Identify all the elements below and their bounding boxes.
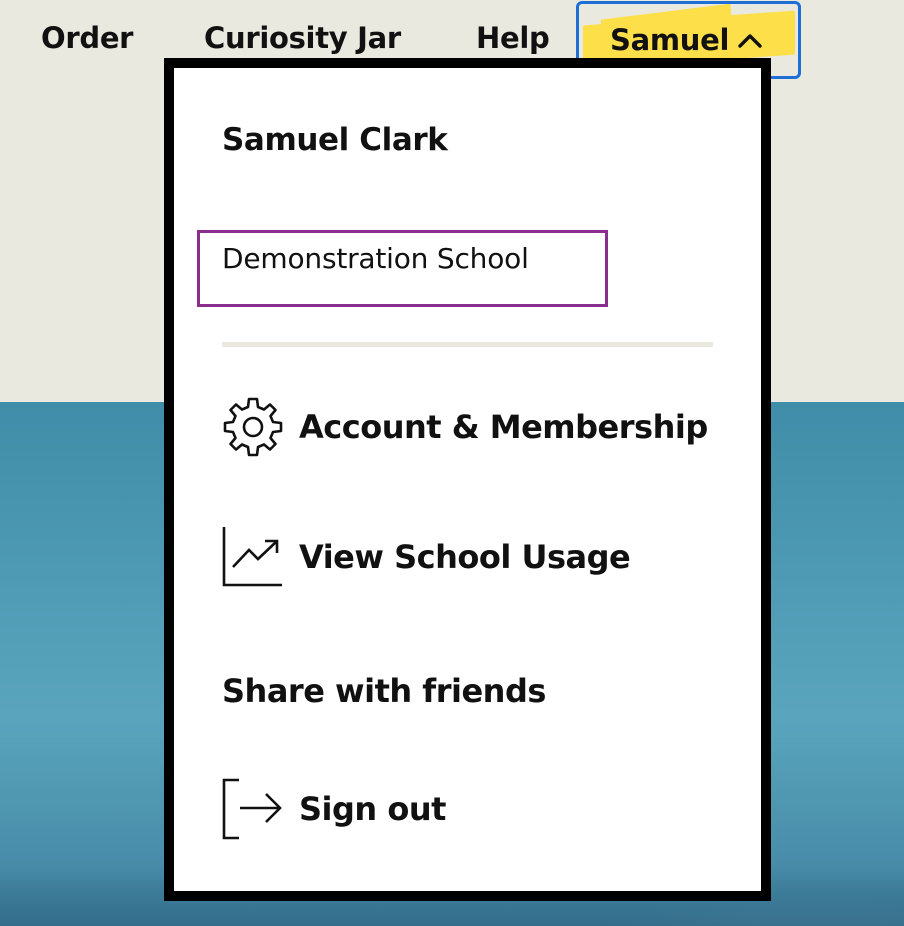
menu-item-view-school-usage[interactable]: View School Usage: [222, 526, 642, 588]
school-name[interactable]: Demonstration School: [222, 240, 529, 278]
menu-item-label: Share with friends: [222, 672, 546, 710]
menu-item-share-with-friends[interactable]: Share with friends: [222, 660, 562, 722]
menu-divider: [222, 342, 713, 347]
nav-order-link[interactable]: Order: [41, 18, 133, 58]
menu-item-account-membership[interactable]: Account & Membership: [222, 396, 722, 458]
menu-item-label: Sign out: [299, 790, 446, 828]
chevron-up-icon: [738, 34, 762, 48]
menu-item-label: View School Usage: [299, 538, 631, 576]
user-menu-label: Samuel: [610, 23, 730, 57]
nav-help-link[interactable]: Help: [476, 18, 550, 58]
nav-curiosity-jar-link[interactable]: Curiosity Jar: [204, 18, 401, 58]
gear-icon: [223, 397, 283, 457]
user-dropdown-menu: Samuel Clark Demonstration School Accoun…: [164, 58, 771, 901]
menu-item-label: Account & Membership: [299, 408, 708, 446]
sign-out-icon: [222, 778, 282, 840]
menu-item-sign-out[interactable]: Sign out: [222, 778, 462, 840]
user-full-name: Samuel Clark: [222, 122, 448, 158]
trending-up-chart-icon: [222, 527, 282, 587]
